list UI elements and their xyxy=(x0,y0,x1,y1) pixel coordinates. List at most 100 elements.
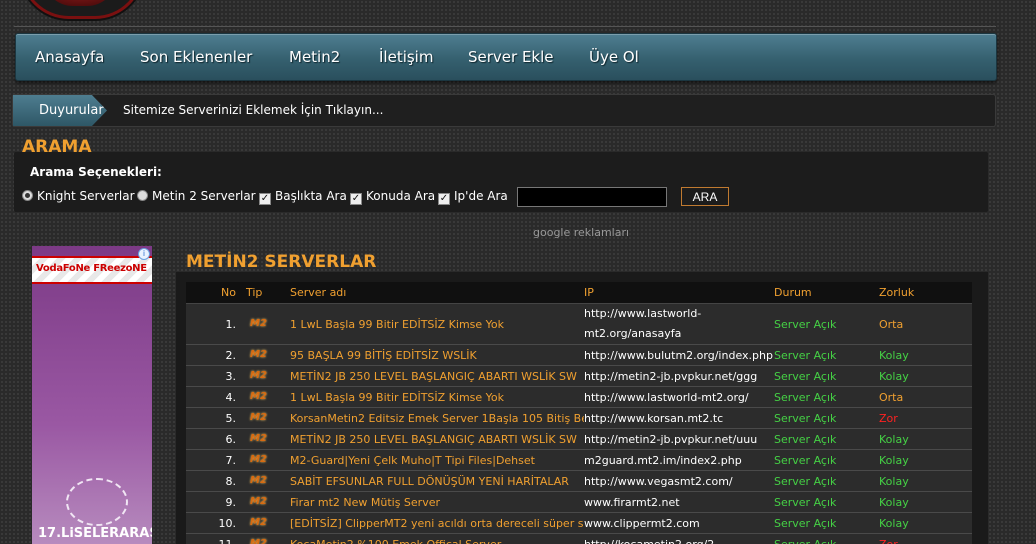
col-status: Durum xyxy=(774,282,879,304)
server-name-link[interactable]: KocaMetin2 %100 Emek Offical Server xyxy=(288,533,584,544)
table-row[interactable]: 5. M2 KorsanMetin2 Editsiz Emek Server 1Ba… xyxy=(186,407,972,429)
server-difficulty: Kolay xyxy=(879,449,972,471)
server-name-link[interactable]: 1 LwL Başla 99 Bitir EDİTSİZ Kimse Yok xyxy=(288,386,584,408)
server-name-link[interactable]: METİN2 JB 250 LEVEL BAŞLANGIÇ ABARTI WSL… xyxy=(288,365,584,387)
server-status: Server Açık xyxy=(774,386,879,408)
radio-selected-icon[interactable] xyxy=(22,190,33,201)
server-ip[interactable]: www.clippermt2.com xyxy=(584,512,774,534)
server-ip[interactable]: http://metin2-jb.pvpkur.net/uuu xyxy=(584,428,774,450)
row-type: M2 xyxy=(246,533,288,544)
server-difficulty: Kolay xyxy=(879,491,972,513)
row-number: 9. xyxy=(186,491,246,513)
server-name-link[interactable]: METİN2 JB 250 LEVEL BAŞLANGIÇ ABARTI WSL… xyxy=(288,428,584,450)
ad-info-icon[interactable]: i xyxy=(138,248,150,260)
server-name-link[interactable]: KorsanMetin2 Editsiz Emek Server 1Başla … xyxy=(288,407,584,429)
table-row[interactable]: 11. M2 KocaMetin2 %100 Emek Offical Server… xyxy=(186,533,972,544)
nav-contact[interactable]: İletişim xyxy=(379,48,433,66)
server-ip[interactable]: http://www.korsan.mt2.tc xyxy=(584,407,774,429)
metin2-icon: M2 xyxy=(250,412,267,423)
nav-home[interactable]: Anasayfa xyxy=(35,48,104,66)
row-number: 8. xyxy=(186,470,246,492)
row-number: 2. xyxy=(186,344,246,366)
row-type: M2 xyxy=(246,386,288,408)
servers-table: No Tip Server adı IP Durum Zorluk 1. M2 1 … xyxy=(186,282,972,544)
server-ip[interactable]: m2guard.mt2.im/index2.php xyxy=(584,449,774,471)
search-input[interactable] xyxy=(517,187,667,207)
col-server-name: Server adı xyxy=(288,282,584,304)
option-search-ip[interactable]: ✓ Ip'de Ara xyxy=(438,189,508,205)
table-row[interactable]: 3. M2 METİN2 JB 250 LEVEL BAŞLANGIÇ ABARTI… xyxy=(186,365,972,387)
checkbox-checked-icon[interactable]: ✓ xyxy=(350,193,362,205)
nav-latest[interactable]: Son Eklenenler xyxy=(140,48,252,66)
servers-panel: No Tip Server adı IP Durum Zorluk 1. M2 1 … xyxy=(176,272,988,544)
logo-emblem xyxy=(43,0,117,6)
metin2-icon: M2 xyxy=(250,517,267,528)
table-row[interactable]: 8. M2 SABİT EFSUNLAR FULL DÖNÜŞÜM YENİ HAR… xyxy=(186,470,972,492)
col-type: Tip xyxy=(246,282,288,304)
announcement-link[interactable]: Sitemize Serverinizi Eklemek İçin Tıklay… xyxy=(123,103,383,117)
servers-table-body: 1. M2 1 LwL Başla 99 Bitir EDİTSİZ Kimse Y… xyxy=(186,303,972,544)
nav-register[interactable]: Üye Ol xyxy=(589,48,639,66)
search-button[interactable]: ARA xyxy=(681,187,729,206)
row-number: 11. xyxy=(186,533,246,544)
server-ip[interactable]: http://www.lastworld-mt2.org/ xyxy=(584,386,774,408)
option-search-title[interactable]: ✓ Başlıkta Ara xyxy=(259,189,347,205)
option-metin2-servers[interactable]: Metin 2 Serverlar xyxy=(137,189,256,203)
table-row[interactable]: 10. M2 [EDİTSİZ] ClipperMT2 yeni acıldı or… xyxy=(186,512,972,534)
server-name-link[interactable]: 95 BAŞLA 99 BİTİŞ EDİTSİZ WSLİK xyxy=(288,344,584,366)
col-ip: IP xyxy=(584,282,774,304)
table-row[interactable]: 2. M2 95 BAŞLA 99 BİTİŞ EDİTSİZ WSLİK http:… xyxy=(186,344,972,366)
server-status: Server Açık xyxy=(774,407,879,429)
row-number: 4. xyxy=(186,386,246,408)
row-type: M2 xyxy=(246,491,288,513)
server-ip[interactable]: http://www.bulutm2.org/index.php xyxy=(584,344,774,366)
server-name-link[interactable]: [EDİTSİZ] ClipperMT2 yeni acıldı orta de… xyxy=(288,512,584,534)
table-row[interactable]: 1. M2 1 LwL Başla 99 Bitir EDİTSİZ Kimse Y… xyxy=(186,303,972,345)
table-row[interactable]: 7. M2 M2-Guard|Yeni Çelk Muho|T Tipi Files… xyxy=(186,449,972,471)
row-number: 3. xyxy=(186,365,246,387)
main-navbar: Anasayfa Son Eklenenler Metin2 İletişim … xyxy=(15,33,997,81)
server-difficulty: Kolay xyxy=(879,428,972,450)
server-difficulty: Orta xyxy=(879,303,972,345)
server-ip[interactable]: http://www.vegasmt2.com/ xyxy=(584,470,774,492)
server-difficulty: Kolay xyxy=(879,512,972,534)
server-name-link[interactable]: M2-Guard|Yeni Çelk Muho|T Tipi Files|Deh… xyxy=(288,449,584,471)
row-number: 6. xyxy=(186,428,246,450)
row-type: M2 xyxy=(246,449,288,471)
table-row[interactable]: 6. M2 METİN2 JB 250 LEVEL BAŞLANGIÇ ABARTI… xyxy=(186,428,972,450)
metin2-icon: M2 xyxy=(250,475,267,486)
server-difficulty: Zor xyxy=(879,407,972,429)
server-difficulty: Kolay xyxy=(879,365,972,387)
option-search-topic[interactable]: ✓ Konuda Ara xyxy=(350,189,435,205)
server-name-link[interactable]: SABİT EFSUNLAR FULL DÖNÜŞÜM YENİ HARİTAL… xyxy=(288,470,584,492)
sidebar-ad[interactable]: VodaFoNe FReezoNE i 17.LiSELERARASI xyxy=(32,246,152,544)
metin2-icon: M2 xyxy=(250,391,267,402)
server-ip[interactable]: http://kocametin2.org/2 xyxy=(584,533,774,544)
option-knight-servers[interactable]: Knight Serverlar xyxy=(22,189,135,203)
server-name-link[interactable]: 1 LwL Başla 99 Bitir EDİTSİZ Kimse Yok xyxy=(288,303,584,345)
nav-metin2[interactable]: Metin2 xyxy=(289,48,340,66)
server-difficulty: Orta xyxy=(879,386,972,408)
nav-add-server[interactable]: Server Ekle xyxy=(468,48,554,66)
server-status: Server Açık xyxy=(774,512,879,534)
row-number: 5. xyxy=(186,407,246,429)
site-logo[interactable] xyxy=(20,0,144,19)
row-type: M2 xyxy=(246,512,288,534)
table-row[interactable]: 9. M2 Firar mt2 New Mütiş Server www.firarm… xyxy=(186,491,972,513)
header-divider xyxy=(14,26,996,27)
server-status: Server Açık xyxy=(774,303,879,345)
server-difficulty: Kolay xyxy=(879,344,972,366)
radio-icon[interactable] xyxy=(137,190,148,201)
metin2-icon: M2 xyxy=(250,454,267,465)
table-row[interactable]: 4. M2 1 LwL Başla 99 Bitir EDİTSİZ Kimse Y… xyxy=(186,386,972,408)
server-difficulty: Zor xyxy=(879,533,972,544)
server-ip[interactable]: http://www.lastworld-mt2.org/anasayfa xyxy=(584,303,774,345)
row-number: 7. xyxy=(186,449,246,471)
checkbox-checked-icon[interactable]: ✓ xyxy=(259,193,271,205)
search-title: ARAMA xyxy=(22,137,92,157)
server-name-link[interactable]: Firar mt2 New Mütiş Server xyxy=(288,491,584,513)
checkbox-checked-icon[interactable]: ✓ xyxy=(438,193,450,205)
server-ip[interactable]: http://metin2-jb.pvpkur.net/ggg xyxy=(584,365,774,387)
server-ip[interactable]: www.firarmt2.net xyxy=(584,491,774,513)
row-number: 1. xyxy=(186,303,246,345)
